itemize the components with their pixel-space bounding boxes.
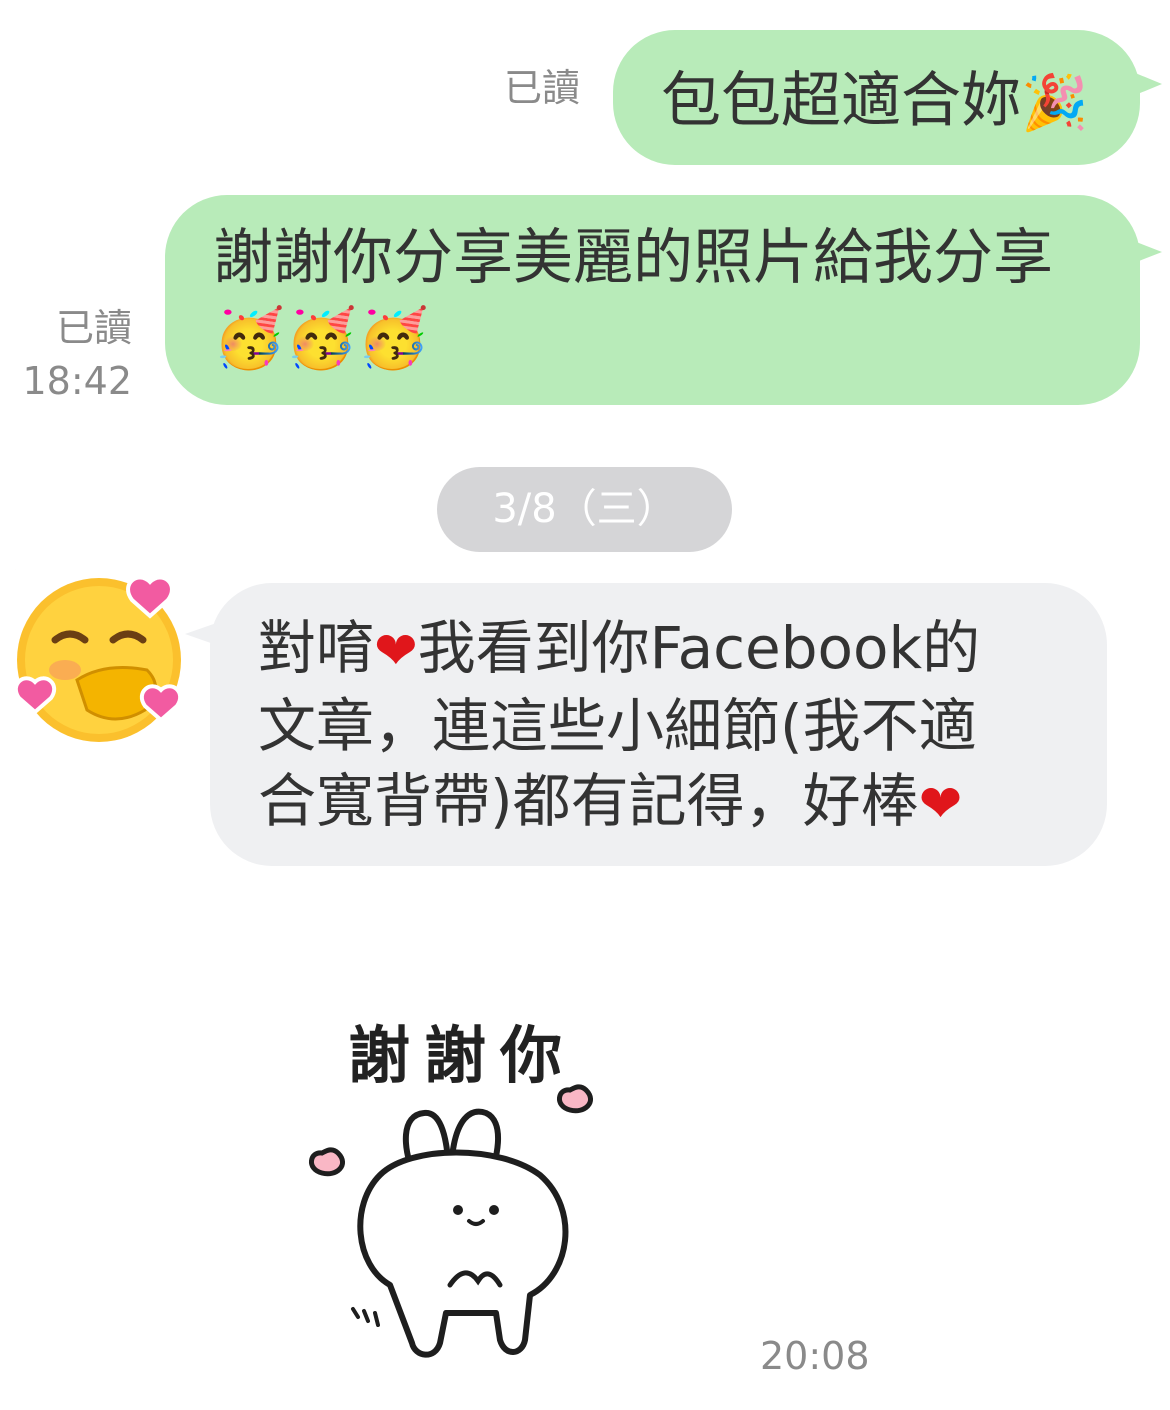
date-separator: 3/8（三） (437, 467, 732, 552)
bubble-tail (1126, 238, 1162, 266)
read-status: 已讀 (503, 66, 580, 110)
bunny-icon (309, 1084, 593, 1358)
read-status: 已讀 (55, 306, 132, 350)
sticker-message[interactable]: 謝謝你 (300, 995, 620, 1375)
message-bubble-outgoing[interactable]: 包包超適合妳🎉 (613, 30, 1140, 165)
message-line: 文章，連這些小細節(我不適 (258, 692, 977, 761)
party-popper-icon: 🎉 (1021, 71, 1089, 134)
message-text: 謝謝你分享美麗的照片給我分享 (213, 223, 1053, 293)
message-line: 對唷❤我看到你Facebook的 (258, 614, 981, 682)
avatar-emoji: 🥰 (15, 570, 16, 571)
message-text: 包包超適合妳 (661, 66, 1021, 136)
red-heart-icon: ❤ (918, 774, 963, 835)
message-bubble-incoming[interactable]: 對唷❤我看到你Facebook的 文章，連這些小細節(我不適 合寬背帶)都有記得… (210, 583, 1107, 866)
message-bubble-outgoing[interactable]: 謝謝你分享美麗的照片給我分享 🥳🥳🥳 (165, 195, 1140, 405)
message-line: 合寬背帶)都有記得，好棒❤ (258, 767, 963, 836)
red-heart-icon: ❤ (374, 621, 418, 682)
partying-face-icon: 🥳🥳🥳 (213, 304, 430, 372)
message-time: 20:08 (760, 1334, 870, 1378)
avatar[interactable]: 🥰 (13, 570, 195, 750)
bubble-tail (1128, 70, 1162, 98)
message-time: 18:42 (22, 359, 132, 403)
